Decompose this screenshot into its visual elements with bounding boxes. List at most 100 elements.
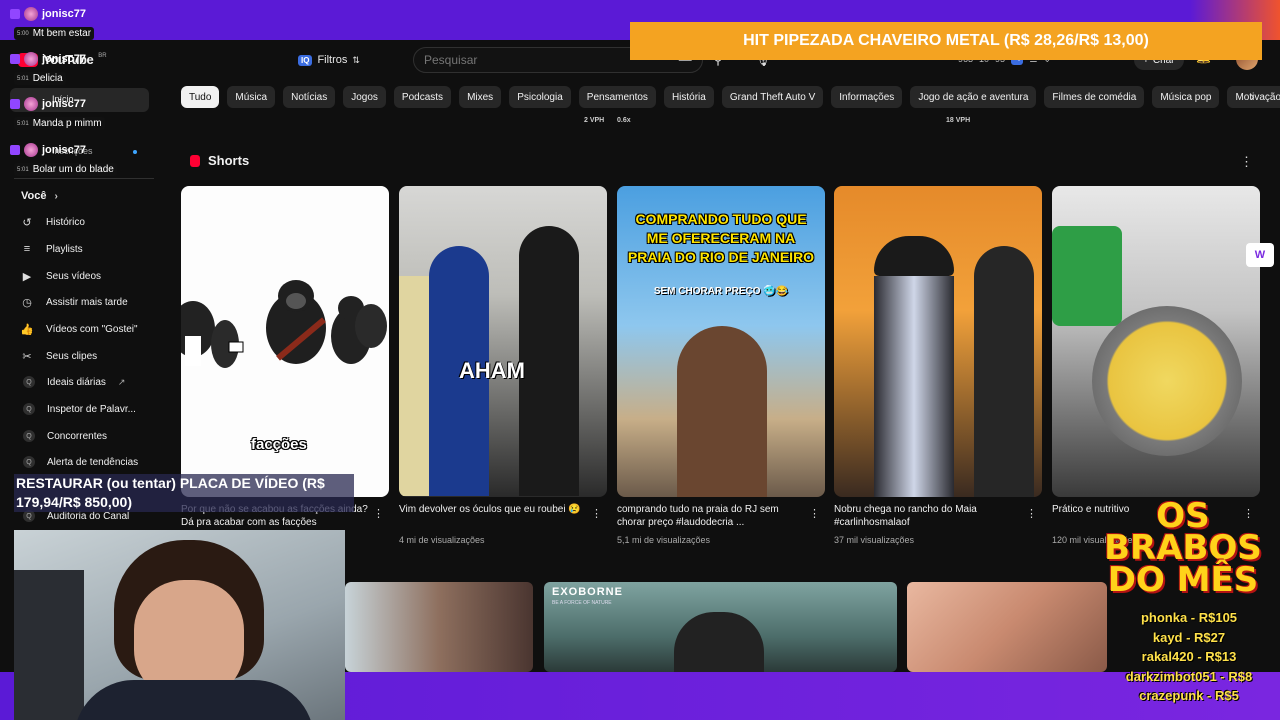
vidiq-icon: Q — [23, 403, 35, 415]
more-options-icon[interactable]: ⋮ — [1240, 154, 1253, 170]
sidebar-you-section[interactable]: Você › — [21, 190, 58, 202]
sidebar-item-clips[interactable]: ✂ Seus clipes — [20, 344, 97, 368]
short-overlay-text: COMPRANDO TUDO QUE ME OFERECERAM NA PRAI… — [627, 211, 815, 265]
like-icon: 👍 — [20, 323, 34, 336]
donor-entry: rakal420 - R$13 — [1141, 649, 1237, 664]
vidiq-icon: Q — [23, 430, 35, 442]
chat-username: jonisc77 — [10, 52, 86, 66]
short-overlay-subtext: SEM CHORAR PREÇO 🥶😂 — [653, 286, 789, 297]
shorts-icon — [190, 154, 200, 167]
vph-badge: 18 VPH — [946, 117, 971, 124]
short-thumbnail[interactable]: facções — [181, 186, 389, 497]
top-donors-title: OS BRABOS DO MÊS — [1104, 496, 1262, 600]
more-options-icon[interactable]: ⋮ — [809, 507, 820, 520]
more-options-icon[interactable]: ⋮ — [373, 507, 384, 520]
sidebar-item-trend-alerts[interactable]: Q Alerta de tendências — [20, 450, 138, 474]
chip-filmes-comedia[interactable]: Filmes de comédia — [1044, 86, 1145, 108]
person-right — [519, 226, 579, 496]
video-thumbnail[interactable] — [345, 582, 533, 672]
sidebar-item-label: Seus clipes — [46, 350, 98, 362]
short-thumbnail[interactable] — [1052, 186, 1260, 497]
short-thumbnail[interactable]: AHAM — [399, 186, 607, 497]
short-thumbnail[interactable] — [834, 186, 1042, 497]
chair — [14, 570, 84, 720]
chip-jogo-acao[interactable]: Jogo de ação e aventura — [910, 86, 1037, 108]
extension-icon[interactable]: W — [1246, 243, 1274, 267]
chip-musica-pop[interactable]: Música pop — [1152, 86, 1220, 108]
short-overlay-text: facções — [251, 436, 307, 453]
sidebar-item-label: Assistir mais tarde — [46, 296, 128, 308]
sidebar-item-watch-later[interactable]: ◷ Assistir mais tarde — [20, 290, 128, 314]
filters-button[interactable]: IQ Filtros ⇅ — [290, 50, 368, 70]
restore-goal-banner: RESTAURAR (ou tentar) PLACA DE VÍDEO (R$… — [14, 474, 354, 512]
food-package — [1052, 226, 1122, 326]
chip-gta-v[interactable]: Grand Theft Auto V — [721, 86, 824, 108]
chevron-right-icon: › — [54, 190, 58, 202]
chip-noticias[interactable]: Notícias — [283, 86, 336, 108]
chat-username: jonisc77 — [10, 97, 86, 111]
person — [874, 276, 954, 497]
donor-entry: darkzimbot051 - R$8 — [1125, 668, 1253, 684]
chip-historia[interactable]: História — [663, 86, 714, 108]
video-thumbnail[interactable]: EXOBORNE BE A FORCE OF NATURE — [544, 582, 897, 672]
scissors-icon: ✂ — [22, 350, 32, 363]
chip-mixes[interactable]: Mixes — [459, 86, 502, 108]
chip-pensamentos[interactable]: Pensamentos — [578, 86, 656, 108]
sidebar-item-label: Concorrentes — [47, 430, 108, 442]
video-subtitle-overlay: BE A FORCE OF NATURE — [552, 600, 612, 606]
sidebar-divider — [14, 178, 154, 179]
short-thumbnail[interactable]: COMPRANDO TUDO QUE ME OFERECERAM NA PRAI… — [617, 186, 825, 497]
donor-entry: kayd - R$27 — [1152, 629, 1226, 645]
donor-entry: crazepunk - R$5 — [1139, 688, 1239, 703]
history-icon: ↺ — [22, 216, 32, 229]
sidebar-item-your-videos[interactable]: ▶ Seus vídeos — [20, 264, 101, 288]
chips-next-chevron-icon[interactable]: › — [1250, 88, 1255, 104]
chip-musica[interactable]: Música — [227, 86, 276, 108]
short-title[interactable]: comprando tudo na praia do RJ sem chorar… — [617, 503, 807, 529]
vidiq-icon: Q — [23, 456, 35, 468]
playlist-icon: ≡ — [23, 243, 31, 255]
chat-message: 5:01 Delicia — [14, 72, 66, 85]
sidebar-item-label: Ideais diárias — [47, 376, 106, 388]
sliders-icon: ⇅ — [352, 54, 360, 65]
vph-badge: 2 VPH — [584, 117, 605, 124]
webcam-feed — [14, 530, 345, 720]
sidebar-item-competitors[interactable]: Q Concorrentes — [20, 424, 107, 448]
vph-multiplier: 0.6x — [617, 117, 631, 124]
sidebar-item-label: Inspetor de Palavr... — [47, 403, 136, 415]
short-title[interactable]: Vim devolver os óculos que eu roubei 😢 — [399, 503, 589, 516]
sidebar-item-keyword-inspector[interactable]: Q Inspetor de Palavr... — [20, 397, 136, 421]
sidebar-item-daily-ideas[interactable]: Q Ideais diárias ↗ — [20, 370, 125, 394]
filters-label: Filtros — [317, 54, 348, 66]
short-views: 5,1 mi de visualizações — [617, 535, 711, 545]
sidebar-item-history[interactable]: ↺ Histórico — [20, 210, 85, 234]
sidebar-item-label: Alerta de tendências — [47, 456, 139, 468]
sidebar-item-liked-videos[interactable]: 👍 Vídeos com "Gostei" — [20, 317, 138, 341]
goal-banner: HIT PIPEZADA CHAVEIRO METAL (R$ 28,26/R$… — [630, 22, 1262, 60]
sidebar-item-label: Vídeos com "Gostei" — [46, 323, 138, 335]
vidiq-icon: Q — [23, 376, 35, 388]
more-options-icon[interactable]: ⋮ — [1026, 507, 1037, 520]
pan — [1092, 306, 1242, 456]
external-link-icon: ↗ — [117, 376, 126, 387]
chat-message: 5:01 Manda p mimm — [14, 117, 105, 130]
weapon-silhouette — [674, 612, 764, 672]
twitch-icon — [10, 54, 20, 64]
shirt — [74, 680, 314, 720]
chip-psicologia[interactable]: Psicologia — [509, 86, 571, 108]
chip-podcasts[interactable]: Podcasts — [393, 86, 452, 108]
chat-avatar — [24, 143, 38, 157]
chip-tudo[interactable]: Tudo — [181, 86, 220, 108]
short-title[interactable]: Nobru chega no rancho do Maia #carlinhos… — [834, 503, 1024, 529]
chip-informacoes[interactable]: Informações — [831, 86, 903, 108]
twitch-icon — [10, 99, 20, 109]
chip-jogos[interactable]: Jogos — [343, 86, 386, 108]
sidebar-item-playlists[interactable]: ≡ Playlists — [20, 237, 83, 261]
sidebar-item-label: Playlists — [46, 243, 83, 255]
twitch-icon — [10, 145, 20, 155]
clock-icon: ◷ — [22, 296, 32, 309]
video-thumbnail[interactable] — [907, 582, 1107, 672]
vidiq-badge: IQ — [298, 54, 313, 66]
chat-message: 5:01 Bolar um do blade — [14, 163, 117, 176]
more-options-icon[interactable]: ⋮ — [591, 507, 602, 520]
